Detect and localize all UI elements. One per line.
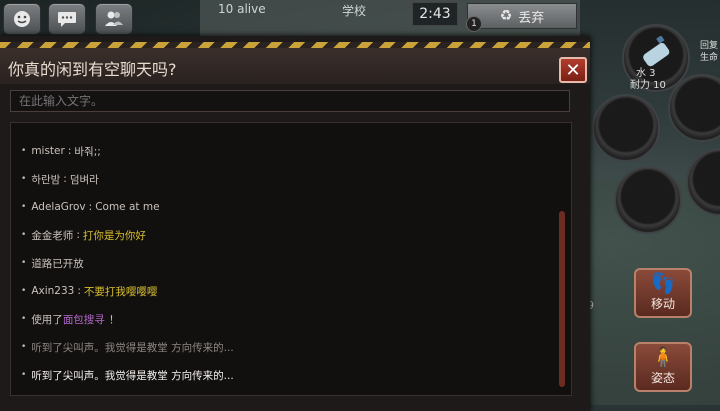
message-text: 바줘;; xyxy=(74,145,101,158)
message-user: Axin233 xyxy=(31,285,75,297)
system-message: • 使用了 面包搜寻 ！ xyxy=(21,305,551,333)
message-text: 덤벼라 xyxy=(69,173,99,186)
bullet-icon: • xyxy=(21,230,27,240)
person-stance-icon: 🧍 xyxy=(650,345,676,369)
message-text: 不要打我嘤嘤嘤 xyxy=(83,285,158,298)
dialog-title: 你真的闲到有空聊天吗? xyxy=(8,60,177,79)
item-side-label: 回复 生命 xyxy=(700,41,719,63)
system-text: 使用了 xyxy=(31,313,63,326)
bullet-icon: • xyxy=(21,342,27,352)
bullet-icon: • xyxy=(21,314,27,324)
message-text: 打你是为你好 xyxy=(82,229,146,242)
message-list: • mister: 바줘;; • 하란밤: 덤벼라 • AdelaGrov: C… xyxy=(21,137,551,389)
bullet-icon: • xyxy=(21,202,27,212)
bullet-icon: • xyxy=(21,370,27,380)
chat-button[interactable] xyxy=(48,3,86,35)
message-text: Come at me xyxy=(95,201,160,213)
bullet-icon: • xyxy=(21,174,27,184)
close-button[interactable]: ✕ xyxy=(559,57,587,83)
chat-message: • Axin233: 不要打我嘤嘤嘤 xyxy=(21,285,158,298)
bullet-icon: • xyxy=(21,258,27,268)
system-message: • 道路已开放 xyxy=(21,249,551,277)
system-text: 听到了尖叫声。我觉得是教堂 方向传来的... xyxy=(31,369,234,382)
bullet-icon: • xyxy=(21,146,27,156)
message-panel[interactable]: • mister: 바줘;; • 하란밤: 덤벼라 • AdelaGrov: C… xyxy=(10,122,572,396)
top-hud: 10 alive 学校 2:43 ♻ 丢弃 1 xyxy=(0,0,720,36)
bullet-icon: • xyxy=(21,286,27,296)
system-message: • 听到了尖叫声。我觉得是教堂 方向传来的... xyxy=(21,361,551,389)
chat-message: • 金金老师: 打你是为你好 xyxy=(21,229,146,242)
stance-button[interactable]: 🧍 姿态 xyxy=(634,342,692,392)
equipment-slot-1[interactable] xyxy=(592,94,660,162)
emoji-button[interactable] xyxy=(3,3,41,35)
chat-message: • 하란밤: 덤벼라 xyxy=(21,173,99,186)
message-user: mister xyxy=(31,145,65,157)
item-count: 水 3 xyxy=(636,68,656,79)
smiley-icon xyxy=(14,11,30,27)
discard-button[interactable]: ♻ 丢弃 1 xyxy=(466,3,577,32)
equipment-slot-3[interactable] xyxy=(614,166,682,234)
move-label: 移动 xyxy=(650,297,675,311)
system-text: ！ xyxy=(108,313,120,326)
players-button[interactable] xyxy=(95,3,133,35)
move-button[interactable]: 👣 移动 xyxy=(634,268,692,318)
close-icon: ✕ xyxy=(565,59,581,81)
chat-message: • mister: 바줘;; xyxy=(21,145,101,158)
message-scrollbar[interactable] xyxy=(559,211,565,387)
chat-bubble-icon xyxy=(58,12,76,27)
message-user: 金金老师 xyxy=(31,229,74,242)
stance-label: 姿态 xyxy=(650,371,675,385)
recycle-icon: ♻ xyxy=(499,8,513,24)
location-label: 学校 xyxy=(342,4,367,18)
chat-dialog: 你真的闲到有空聊天吗? ✕ • mister: 바줘;; • 하란밤: 덤벼라 … xyxy=(0,36,590,411)
system-text: 道路已开放 xyxy=(31,257,84,270)
discard-label: 丢弃 xyxy=(518,10,545,26)
discard-count-badge: 1 xyxy=(466,16,482,32)
message-user: 하란밤 xyxy=(31,173,61,186)
chat-input[interactable] xyxy=(10,90,570,112)
system-text: 听到了尖叫声。我觉得是教堂 方向传来的... xyxy=(31,341,234,354)
message-user: AdelaGrov xyxy=(31,201,86,213)
system-message: • 听到了尖叫声。我觉得是教堂 方向传来的... xyxy=(21,333,551,361)
footprints-icon: 👣 xyxy=(650,271,676,295)
players-alive-count: 10 alive xyxy=(218,2,266,16)
item-name: 面包搜寻 xyxy=(62,313,105,326)
round-timer: 2:43 xyxy=(412,2,458,26)
dialog-header: 你真的闲到有空聊天吗? ✕ xyxy=(0,48,590,84)
item-durability: 耐力 10 xyxy=(630,80,666,91)
chat-message: • AdelaGrov: Come at me xyxy=(21,201,160,213)
people-icon xyxy=(105,11,123,26)
